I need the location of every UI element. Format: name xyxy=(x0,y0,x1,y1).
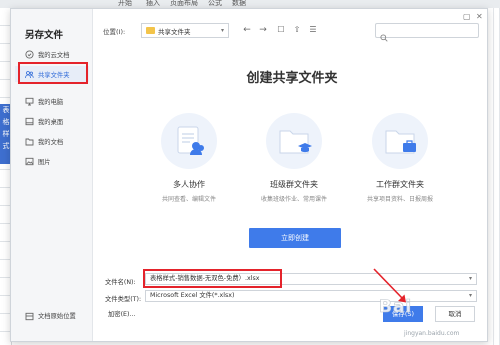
chevron-down-icon[interactable]: ▾ xyxy=(469,274,472,284)
card-class-group[interactable]: 班级群文件夹 收集班级作业、常用课件 xyxy=(248,113,340,203)
sidebar-item-label: 文档原始位置 xyxy=(38,312,76,320)
minimize-icon[interactable]: ▢ xyxy=(463,12,471,21)
sidebar-item-label: 图片 xyxy=(38,158,51,166)
search-input[interactable] xyxy=(375,23,479,42)
sidebar-item-pictures[interactable]: 图片 xyxy=(15,153,89,169)
card-description: 共同查看、编辑文件 xyxy=(161,196,216,203)
document-icon xyxy=(25,137,34,146)
watermark-logo: Bai xyxy=(379,297,413,318)
menu-item: 页面布局 xyxy=(170,0,198,7)
menu-item: 开始 xyxy=(118,0,132,7)
card-title: 班级群文件夹 xyxy=(270,180,318,189)
encrypt-link[interactable]: 加密(E)... xyxy=(108,309,136,318)
location-select[interactable]: 共享文件夹 ▾ xyxy=(141,23,229,38)
sidebar-item-my-computer[interactable]: 我的电脑 xyxy=(15,93,89,109)
back-arrow-icon[interactable]: ← xyxy=(241,24,253,36)
view-mode-icon[interactable]: ☰ xyxy=(307,24,319,36)
card-title: 工作群文件夹 xyxy=(376,180,424,189)
card-description: 收集班级作业、常用课件 xyxy=(260,196,327,203)
sidebar-item-desktop[interactable]: 我的桌面 xyxy=(15,113,89,129)
location-toolbar: 位置(I): 共享文件夹 ▾ ← → ☐ ⇧ ☰ xyxy=(103,23,483,42)
chevron-down-icon: ▾ xyxy=(220,27,224,34)
cancel-button[interactable]: 取消 xyxy=(435,306,475,322)
work-folder-icon xyxy=(372,113,428,169)
menu-item: 公式 xyxy=(208,0,222,7)
card-title: 多人协作 xyxy=(173,180,205,189)
folder-icon xyxy=(146,27,155,34)
sidebar-item-label: 我的云文档 xyxy=(38,51,70,59)
up-folder-icon[interactable]: ⇧ xyxy=(291,24,303,36)
folder-location-icon xyxy=(25,306,34,325)
sidebar-item-label: 我的电脑 xyxy=(38,98,64,106)
highlight-box-shared-folder xyxy=(18,62,88,84)
sidebar-item-original-location[interactable]: 文档原始位置 xyxy=(15,308,89,322)
filename-label: 文件名(N): xyxy=(105,279,136,286)
cloud-icon xyxy=(25,49,34,59)
close-icon[interactable]: ✕ xyxy=(476,12,483,21)
collaboration-icon xyxy=(161,113,217,169)
computer-icon xyxy=(25,97,34,106)
card-description: 共享项目资料、日报周报 xyxy=(366,196,433,203)
save-as-dialog: ▢ ✕ 另存文件 我的云文档 共享文件夹 我的电脑 我的桌面 我的文档 图片 文… xyxy=(10,8,488,342)
desktop-icon xyxy=(25,117,34,126)
sidebar-item-label: 我的文档 xyxy=(38,138,64,146)
filetype-value: Microsoft Excel 文件(*.xlsx) xyxy=(150,292,235,299)
menu-item: 数据 xyxy=(232,0,246,7)
image-icon xyxy=(25,157,34,166)
create-now-button[interactable]: 立即创建 xyxy=(249,228,341,248)
forward-arrow-icon[interactable]: → xyxy=(257,24,269,36)
card-work-group[interactable]: 工作群文件夹 共享项目资料、日报周报 xyxy=(354,113,446,203)
sidebar-item-label: 我的桌面 xyxy=(38,118,64,126)
sidebar-item-cloud-docs[interactable]: 我的云文档 xyxy=(15,46,89,62)
class-folder-icon xyxy=(266,113,322,169)
dialog-sidebar: 另存文件 我的云文档 共享文件夹 我的电脑 我的桌面 我的文档 图片 文档原始位… xyxy=(11,9,93,341)
filetype-label: 文件类型(T): xyxy=(105,296,142,303)
chevron-down-icon: ▾ xyxy=(468,292,472,299)
background-columns xyxy=(488,8,500,345)
location-value: 共享文件夹 xyxy=(158,27,191,36)
menu-item: 插入 xyxy=(146,0,160,7)
new-folder-icon[interactable]: ☐ xyxy=(275,24,287,36)
highlight-box-filename xyxy=(143,269,282,288)
location-label: 位置(I): xyxy=(103,28,126,36)
watermark-url: jingyan.baidu.com xyxy=(404,330,460,337)
card-multi-user[interactable]: 多人协作 共同查看、编辑文件 xyxy=(143,113,235,203)
dialog-title: 另存文件 xyxy=(25,30,64,41)
background-menu-bar: 开始 插入 页面布局 公式 数据 xyxy=(0,0,500,8)
search-icon xyxy=(380,27,388,46)
page-title: 创建共享文件夹 xyxy=(246,71,338,86)
sidebar-item-documents[interactable]: 我的文档 xyxy=(15,133,89,149)
